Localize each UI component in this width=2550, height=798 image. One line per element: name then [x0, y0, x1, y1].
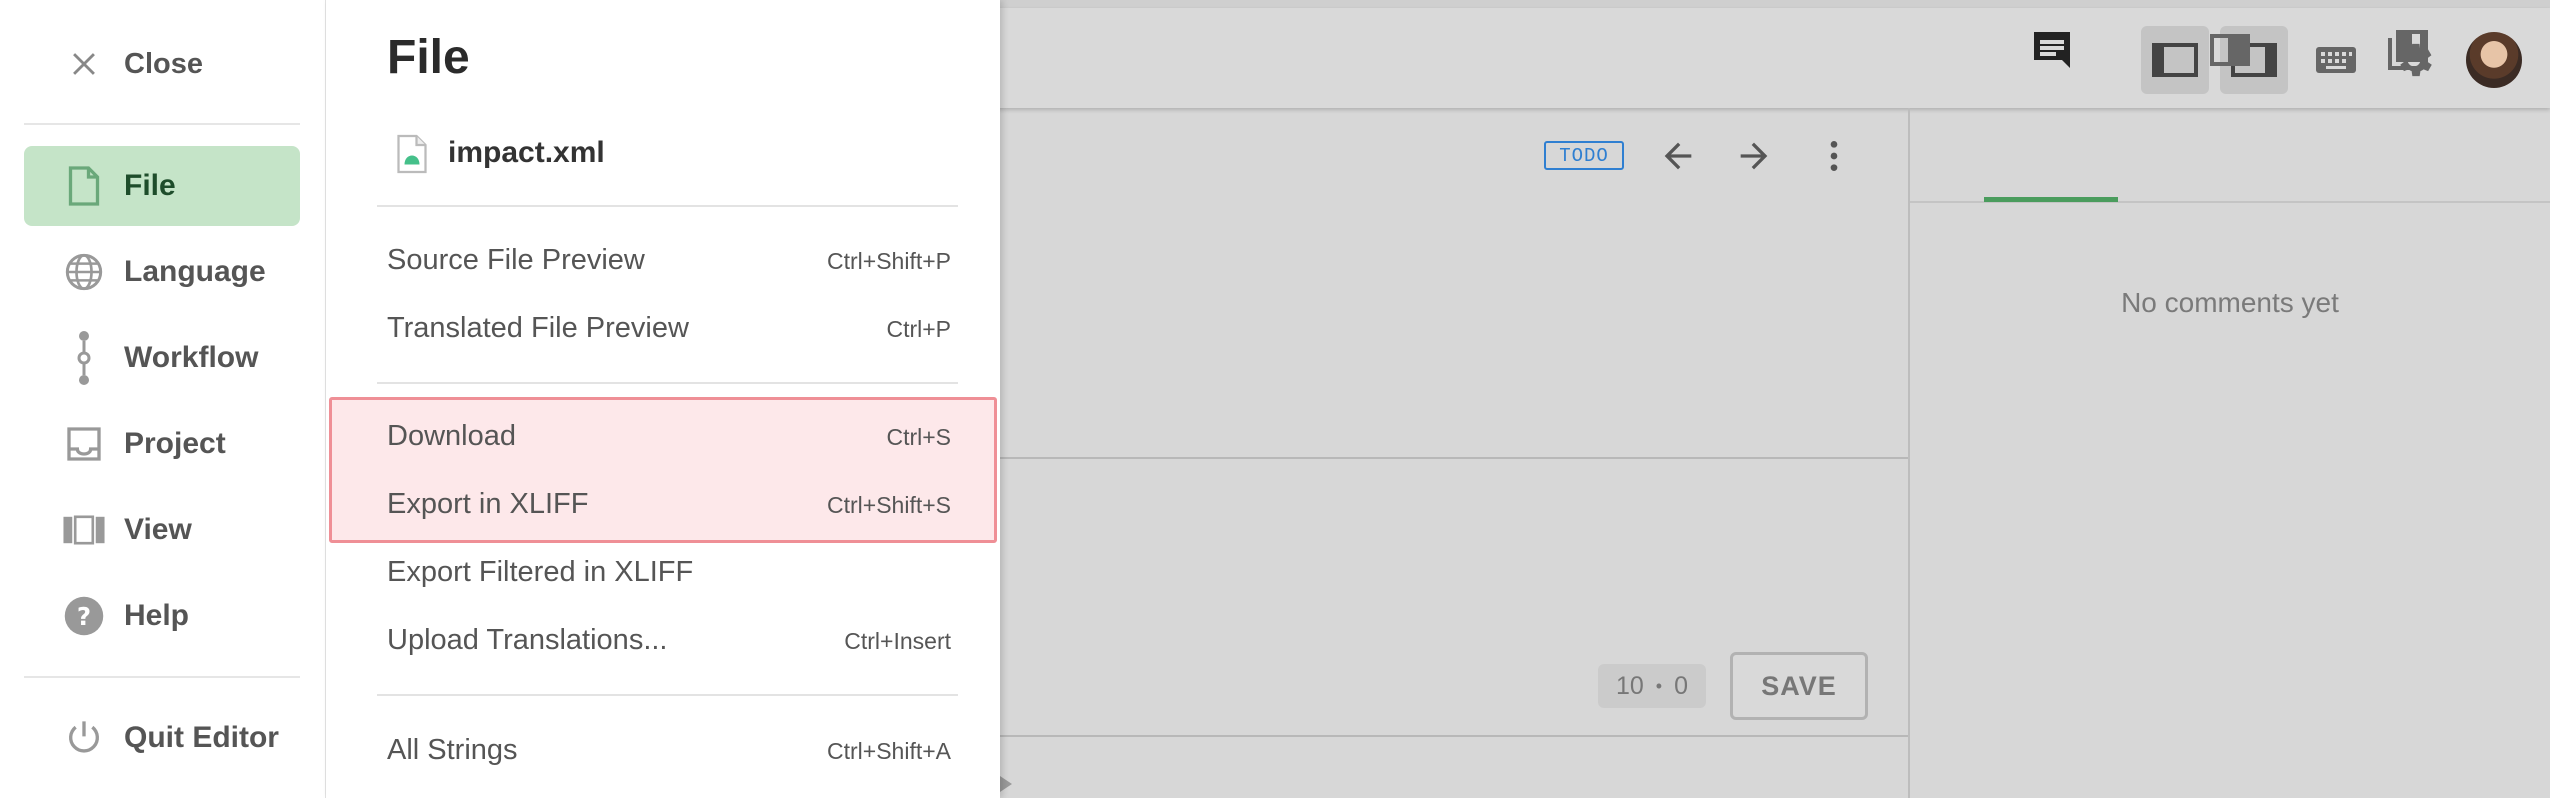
close-icon: [62, 42, 106, 86]
help-icon: ?: [62, 594, 106, 638]
menu-item-label: All Strings: [387, 734, 518, 766]
menu-item-shortcut: Ctrl+Shift+A: [827, 738, 951, 764]
menu-item-label: Download: [387, 420, 516, 452]
svg-text:?: ?: [77, 602, 91, 631]
inbox-icon: [62, 422, 106, 466]
divider: [1000, 457, 1908, 459]
upload-translations-item[interactable]: Upload Translations... Ctrl+Insert: [387, 624, 951, 676]
power-icon: [62, 716, 106, 760]
nav-item-label: Workflow: [124, 341, 259, 374]
nav-item-help[interactable]: ? Help: [24, 576, 300, 656]
workflow-icon: [62, 331, 106, 385]
keyboard-icon: [2316, 47, 2356, 73]
counter-right: 0: [1674, 671, 1689, 700]
comments-tab-icon[interactable]: [2028, 26, 2076, 74]
xml-file-icon: [397, 134, 427, 174]
status-badge: TODO: [1544, 141, 1624, 170]
menu-item-shortcut: Ctrl+S: [886, 424, 951, 450]
nav-item-label: Project: [124, 427, 226, 460]
arrow-left-icon[interactable]: [1658, 136, 1698, 176]
nav-item-language[interactable]: Language: [24, 232, 300, 312]
menu-item-shortcut: Ctrl+Insert: [844, 628, 951, 654]
empty-comments-text: No comments yet: [2121, 287, 2339, 318]
file-menu-title: File: [387, 31, 470, 84]
divider: [1000, 735, 1908, 737]
arrow-right-icon[interactable]: [1734, 136, 1774, 176]
nav-item-label: Language: [124, 255, 266, 288]
counter-left: 10: [1615, 671, 1644, 700]
quit-editor-label: Quit Editor: [124, 721, 279, 754]
source-file-preview-item[interactable]: Source File Preview Ctrl+Shift+P: [387, 244, 951, 296]
nav-item-label: File: [124, 169, 176, 202]
save-button[interactable]: SAVE: [1730, 652, 1868, 720]
expand-arrow-icon[interactable]: [1000, 776, 1012, 792]
nav-item-label: View: [124, 513, 192, 546]
menu-divider: [377, 205, 958, 207]
export-filtered-xliff-item[interactable]: Export Filtered in XLIFF: [387, 556, 951, 608]
menu-item-label: Translated File Preview: [387, 312, 689, 344]
translated-file-preview-item[interactable]: Translated File Preview Ctrl+P: [387, 312, 951, 364]
close-button[interactable]: Close: [24, 24, 300, 104]
menu-item-label: Export in XLIFF: [387, 488, 589, 520]
active-tab-indicator: [1984, 197, 2118, 202]
menu-item-label: Export Filtered in XLIFF: [387, 556, 694, 588]
quit-editor-button[interactable]: Quit Editor: [24, 698, 300, 778]
menu-divider: [377, 382, 958, 384]
left-panel-icon: [2152, 43, 2198, 77]
toggle-left-panel-button[interactable]: [2141, 26, 2209, 94]
right-panel-tabs: [1910, 108, 2550, 203]
nav-divider: [24, 676, 300, 678]
close-label: Close: [124, 47, 203, 80]
globe-icon: [62, 250, 106, 294]
menu-item-shortcut: Ctrl+Shift+P: [827, 248, 951, 274]
menu-item-label: Source File Preview: [387, 244, 645, 276]
counter-separator: •: [1655, 675, 1663, 696]
keyboard-button[interactable]: [2302, 26, 2370, 94]
menu-item-shortcut: Ctrl+P: [886, 316, 951, 342]
download-item[interactable]: Download Ctrl+S: [387, 420, 951, 472]
nav-item-view[interactable]: View: [24, 490, 300, 570]
view-columns-icon: [62, 508, 106, 552]
panel-divider: [1908, 108, 1910, 798]
nav-item-file[interactable]: File: [24, 146, 300, 226]
nav-item-workflow[interactable]: Workflow: [24, 318, 300, 398]
export-xliff-item[interactable]: Export in XLIFF Ctrl+Shift+S: [387, 488, 951, 540]
all-strings-item[interactable]: All Strings Ctrl+Shift+A: [387, 734, 951, 786]
context-tab-icon[interactable]: [2206, 26, 2254, 74]
nav-item-label: Help: [124, 599, 190, 632]
file-icon: [62, 164, 106, 208]
file-name: impact.xml: [448, 136, 605, 169]
nav-divider: [24, 123, 300, 125]
menu-item-label: Upload Translations...: [387, 624, 668, 656]
menu-divider: [377, 694, 958, 696]
nav-item-project[interactable]: Project: [24, 404, 300, 484]
left-nav-drawer: Close File Language Workflow Project Vie…: [0, 0, 326, 798]
menu-item-shortcut: Ctrl+Shift+S: [827, 492, 951, 518]
glossary-tab-icon[interactable]: [2384, 26, 2432, 74]
char-counter: 10 • 0: [1598, 664, 1706, 708]
user-avatar[interactable]: [2466, 32, 2522, 88]
more-vert-icon[interactable]: [1814, 136, 1854, 176]
